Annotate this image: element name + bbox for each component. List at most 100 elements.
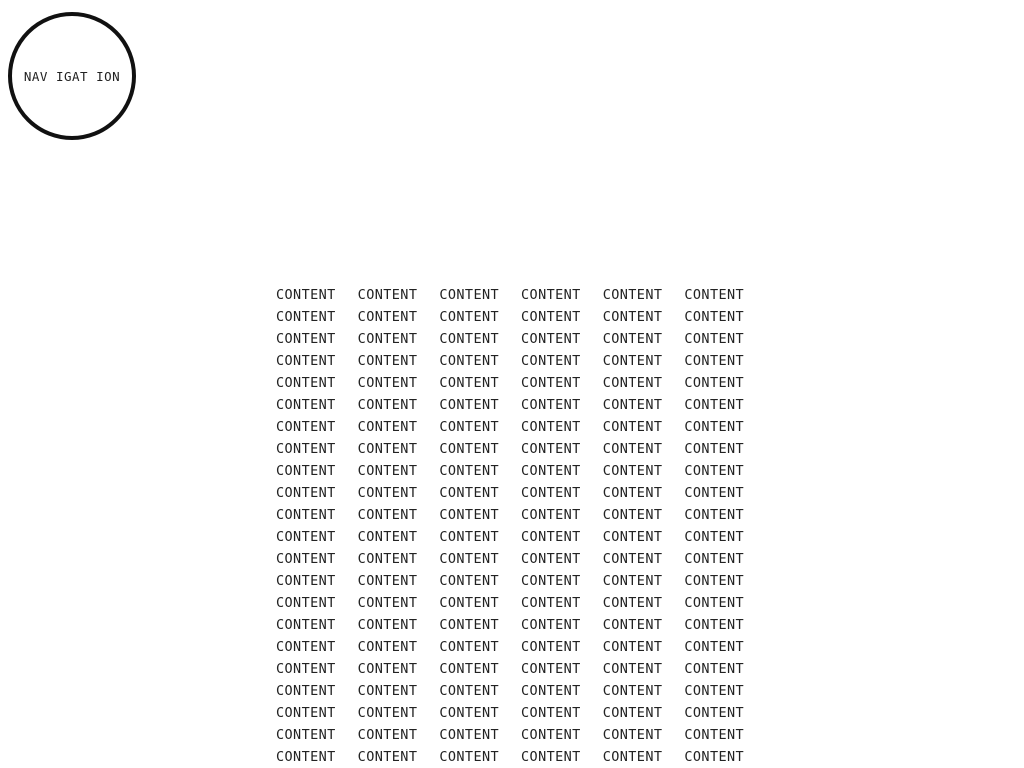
content-cell: CONTENT (521, 617, 581, 633)
content-row: CONTENT CONTENT CONTENT CONTENT CONTENT CONTE… (276, 438, 766, 460)
content-cell: CONTENT (521, 419, 581, 435)
content-cell: CONTENT (521, 573, 581, 589)
content-cell: CONTENT (439, 507, 500, 523)
content-cell: CONTENT (521, 705, 581, 721)
content-cell: CONTENT (602, 617, 663, 633)
content-cell: CONTENT (357, 683, 418, 699)
content-cell: CONTENT (684, 705, 745, 721)
content-cell: CONTENT (602, 661, 663, 677)
content-cell: CONTENT (521, 441, 581, 457)
content-cell: CONTENT (684, 727, 745, 743)
content-cell: CONTENT (439, 331, 500, 347)
content-cell: CONTENT (357, 617, 418, 633)
content-cell: CONTENT (684, 529, 745, 545)
content-cell: CONTENT (684, 551, 745, 567)
content-row: CONTENT CONTENT CONTENT CONTENT CONTENT CONTE… (276, 570, 766, 592)
content-cell: CONTENT (521, 727, 581, 743)
content-cell: CONTENT (357, 353, 418, 369)
content-cell: CONTENT (276, 287, 336, 303)
content-cell: CONTENT (684, 441, 745, 457)
content-cell: CONTENT (602, 551, 663, 567)
content-cell: CONTENT (357, 397, 418, 413)
content-cell: CONTENT (684, 573, 745, 589)
content-cell: CONTENT (357, 287, 418, 303)
content-cell: CONTENT (602, 485, 663, 501)
content-row: CONTENT CONTENT CONTENT CONTENT CONTENT CONTE… (276, 416, 766, 438)
content-cell: CONTENT (439, 617, 500, 633)
content-cell: CONTENT (602, 507, 663, 523)
content-row: CONTENT CONTENT CONTENT CONTENT CONTENT CONTE… (276, 482, 766, 504)
content-cell: CONTENT (602, 419, 663, 435)
content-cell: CONTENT (521, 485, 581, 501)
content-row: CONTENT CONTENT CONTENT CONTENT CONTENT CONTE… (276, 394, 766, 416)
content-cell: CONTENT (684, 287, 745, 303)
content-cell: CONTENT (276, 375, 336, 391)
content-cell: CONTENT (521, 309, 581, 325)
content-row: CONTENT CONTENT CONTENT CONTENT CONTENT CONTE… (276, 746, 766, 768)
content-cell: CONTENT (602, 573, 663, 589)
content-cell: CONTENT (276, 331, 336, 347)
content-cell: CONTENT (602, 331, 663, 347)
content-cell: CONTENT (684, 309, 745, 325)
content-cell: CONTENT (602, 375, 663, 391)
content-cell: CONTENT (439, 375, 500, 391)
content-area: CONTENT CONTENT CONTENT CONTENT CONTENT CONTE… (276, 284, 766, 768)
content-row: CONTENT CONTENT CONTENT CONTENT CONTENT CONTE… (276, 680, 766, 702)
content-cell: CONTENT (439, 551, 500, 567)
content-cell: CONTENT (439, 309, 500, 325)
content-cell: CONTENT (521, 397, 581, 413)
content-cell: CONTENT (521, 287, 581, 303)
content-cell: CONTENT (357, 375, 418, 391)
content-cell: CONTENT (276, 617, 336, 633)
content-cell: CONTENT (602, 639, 663, 655)
content-cell: CONTENT (276, 573, 336, 589)
content-cell: CONTENT (439, 683, 500, 699)
content-cell: CONTENT (521, 331, 581, 347)
content-row: CONTENT CONTENT CONTENT CONTENT CONTENT CONTE… (276, 306, 766, 328)
content-cell: CONTENT (357, 749, 418, 765)
content-row: CONTENT CONTENT CONTENT CONTENT CONTENT CONTE… (276, 724, 766, 746)
content-cell: CONTENT (357, 551, 418, 567)
content-cell: CONTENT (684, 507, 745, 523)
content-row: CONTENT CONTENT CONTENT CONTENT CONTENT CONTE… (276, 702, 766, 724)
content-cell: CONTENT (276, 485, 336, 501)
content-cell: CONTENT (276, 463, 336, 479)
content-cell: CONTENT (276, 683, 336, 699)
content-cell: CONTENT (276, 595, 336, 611)
content-cell: CONTENT (602, 683, 663, 699)
content-cell: CONTENT (439, 661, 500, 677)
content-cell: CONTENT (439, 463, 500, 479)
content-cell: CONTENT (439, 441, 500, 457)
content-cell: CONTENT (439, 749, 500, 765)
content-row: CONTENT CONTENT CONTENT CONTENT CONTENT CONTE… (276, 284, 766, 306)
content-cell: CONTENT (439, 595, 500, 611)
content-cell: CONTENT (521, 639, 581, 655)
content-cell: CONTENT (276, 727, 336, 743)
content-cell: CONTENT (276, 749, 336, 765)
content-cell: CONTENT (521, 529, 581, 545)
content-row: CONTENT CONTENT CONTENT CONTENT CONTENT CONTE… (276, 460, 766, 482)
content-cell: CONTENT (357, 507, 418, 523)
content-cell: CONTENT (602, 595, 663, 611)
content-cell: CONTENT (439, 353, 500, 369)
content-cell: CONTENT (357, 595, 418, 611)
content-cell: CONTENT (684, 419, 745, 435)
content-cell: CONTENT (602, 749, 663, 765)
content-cell: CONTENT (602, 705, 663, 721)
content-cell: CONTENT (439, 639, 500, 655)
content-cell: CONTENT (521, 551, 581, 567)
content-row: CONTENT CONTENT CONTENT CONTENT CONTENT CONTE… (276, 592, 766, 614)
content-cell: CONTENT (276, 397, 336, 413)
navigation-button[interactable]: NAV IGAT ION (8, 12, 136, 140)
content-cell: CONTENT (357, 419, 418, 435)
content-cell: CONTENT (276, 705, 336, 721)
content-cell: CONTENT (602, 441, 663, 457)
content-cell: CONTENT (357, 661, 418, 677)
content-cell: CONTENT (684, 353, 745, 369)
content-cell: CONTENT (602, 353, 663, 369)
content-row: CONTENT CONTENT CONTENT CONTENT CONTENT CONTE… (276, 636, 766, 658)
content-cell: CONTENT (521, 595, 581, 611)
content-cell: CONTENT (439, 397, 500, 413)
content-cell: CONTENT (684, 749, 745, 765)
content-cell: CONTENT (357, 727, 418, 743)
